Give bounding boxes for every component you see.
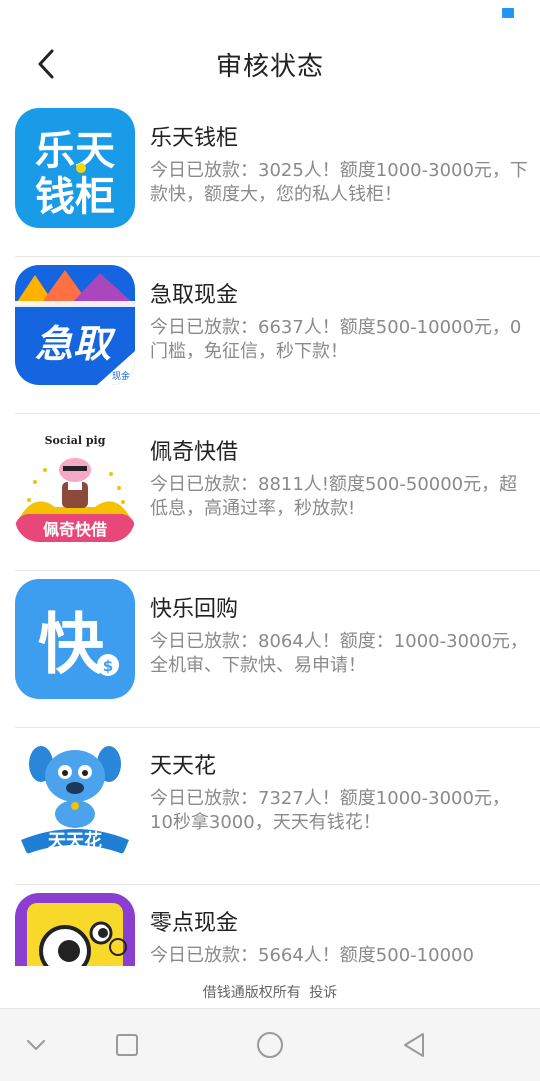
peiqi-app-icon[interactable]: Social pig 佩奇快借 — [15, 422, 135, 542]
app-description: 今日已放款：8811人!额度500-50000元，超低息，高通过率，秒放款! — [150, 474, 518, 519]
header: 审核状态 — [0, 28, 540, 100]
list-item[interactable]: 零点现金 今日已放款：5664人！额度500-10000 — [15, 885, 540, 966]
status-bar — [0, 0, 540, 28]
list-item[interactable]: Social pig 佩奇快借 佩奇快借 今日已放款：8811人!额度500-5… — [15, 414, 540, 571]
app-description: 今日已放款：8064人！额度：1000-3000元，全机审、下款快、易申请！ — [150, 631, 528, 676]
copyright-text: 借钱通版权所有 — [202, 985, 301, 1001]
svg-text:佩奇快借: 佩奇快借 — [43, 520, 107, 539]
list-item[interactable]: 急取 现金 急取现金 今日已放款：6637人！额度500-10000元，0门槛，… — [15, 257, 540, 414]
svg-text:Social pig: Social pig — [45, 434, 106, 447]
complaint-link[interactable]: 投诉 — [309, 985, 337, 1001]
square-icon — [116, 1034, 138, 1056]
circle-icon — [257, 1032, 283, 1058]
footer-links: 借钱通版权所有 投诉 — [0, 982, 540, 1002]
triangle-back-icon — [404, 1033, 424, 1057]
back-nav-button[interactable] — [396, 1027, 432, 1063]
app-name: 天天花 — [150, 754, 217, 779]
kuaile-app-icon[interactable]: 快 $ — [15, 579, 135, 699]
app-name: 急取现金 — [150, 283, 239, 308]
svg-text:钱柜: 钱柜 — [35, 174, 115, 220]
nav-collapse-button[interactable] — [18, 1027, 54, 1063]
tiantianhua-app-icon[interactable]: 天天花 — [15, 736, 135, 856]
app-description: 今日已放款：6637人！额度500-10000元，0门槛，免征信，秒下款！ — [150, 317, 522, 362]
app-description: 今日已放款：3025人！额度1000-3000元，下款快，额度大，您的私人钱柜！ — [150, 160, 528, 205]
svg-text:天天花: 天天花 — [48, 830, 102, 852]
app-description: 今日已放款：5664人！额度500-10000 — [150, 945, 474, 966]
list-item[interactable]: 天天花 天天花 今日已放款：7327人！额度1000-3000元，10秒拿300… — [15, 728, 540, 885]
app-name: 乐天钱柜 — [150, 126, 239, 151]
page-title: 审核状态 — [215, 52, 324, 82]
recents-button[interactable] — [109, 1027, 145, 1063]
letian-app-icon[interactable]: 乐天 钱柜 — [15, 108, 135, 228]
svg-text:乐天: 乐天 — [35, 128, 115, 174]
svg-text:$: $ — [103, 657, 113, 675]
app-description: 今日已放款：7327人！额度1000-3000元，10秒拿3000，天天有钱花！ — [150, 788, 510, 833]
app-name: 佩奇快借 — [150, 440, 239, 465]
svg-text:现金: 现金 — [112, 370, 130, 382]
home-button[interactable] — [252, 1027, 288, 1063]
list-item[interactable]: 乐天 钱柜 乐天钱柜 今日已放款：3025人！额度1000-3000元，下款快，… — [15, 100, 540, 257]
app-name: 快乐回购 — [150, 597, 239, 622]
app-list[interactable]: 乐天 钱柜 乐天钱柜 今日已放款：3025人！额度1000-3000元，下款快，… — [0, 100, 540, 966]
notification-indicator-icon — [502, 8, 514, 18]
jiqu-app-icon[interactable]: 急取 现金 — [15, 265, 135, 385]
app-name: 零点现金 — [150, 911, 239, 936]
svg-text:快: 快 — [38, 606, 105, 683]
chevron-down-icon — [27, 1040, 45, 1050]
list-item[interactable]: 快 $ 快乐回购 今日已放款：8064人！额度：1000-3000元，全机审、下… — [15, 571, 540, 728]
lingdian-app-icon[interactable] — [15, 893, 135, 966]
svg-text:急取: 急取 — [35, 322, 116, 366]
system-nav-bar — [0, 1008, 540, 1081]
